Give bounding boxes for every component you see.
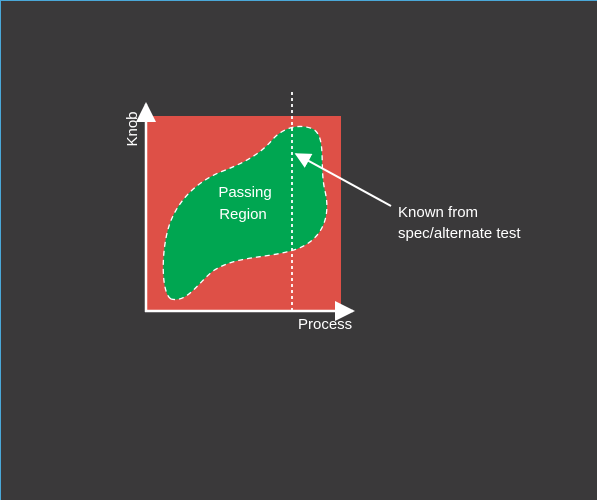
region-label-line1: Passing — [218, 184, 271, 201]
diagram-canvas: Knob Process Passing Region Known from s… — [0, 0, 597, 500]
callout-label-line1: Known from — [398, 204, 478, 221]
region-label-line2: Region — [219, 206, 267, 223]
x-axis-label: Process — [298, 316, 352, 333]
diagram-svg: Knob Process Passing Region Known from s… — [124, 92, 521, 333]
y-axis-label: Knob — [124, 111, 141, 146]
callout-label-line2: spec/alternate test — [398, 225, 521, 242]
